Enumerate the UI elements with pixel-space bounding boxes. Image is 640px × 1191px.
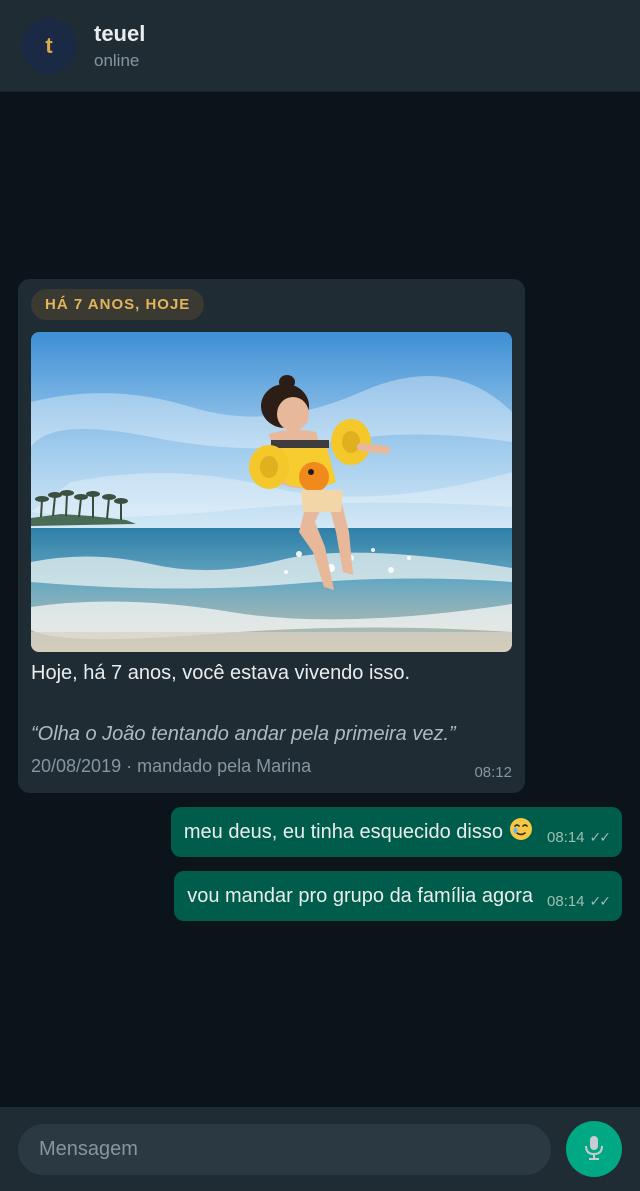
message-text: meu deus, eu tinha esquecido disso <box>184 817 533 847</box>
memory-quote: “Olha o João tentando andar pela primeir… <box>31 723 456 745</box>
message-list[interactable]: HÁ 7 ANOS, HOJE Hoje, há 7 anos, você es… <box>0 92 640 1107</box>
message-text-content: meu deus, eu tinha esquecido disso <box>183 821 503 843</box>
message-meta: 08:14 ✓✓ <box>546 892 612 910</box>
message-text: vou mandar pro grupo da família agora <box>187 884 533 907</box>
message-time: 08:14 <box>546 828 585 846</box>
contact-name[interactable]: teuel <box>94 21 145 47</box>
chat-app: t teuel online HÁ 7 ANOS, HOJE Hoje, há … <box>0 0 640 1191</box>
outgoing-message-bubble[interactable]: meu deus, eu tinha esquecido disso 08:14… <box>170 807 622 857</box>
memory-photo[interactable] <box>31 332 512 652</box>
composer-bar <box>0 1107 640 1191</box>
microphone-icon <box>582 1134 606 1165</box>
memory-message-bubble[interactable]: HÁ 7 ANOS, HOJE Hoje, há 7 anos, você es… <box>18 279 525 793</box>
microphone-button[interactable] <box>566 1121 622 1177</box>
contact-status: online <box>94 51 140 70</box>
message-input[interactable] <box>18 1124 551 1175</box>
chat-header: t teuel online <box>0 0 640 92</box>
read-receipt-icon: ✓✓ <box>589 828 612 845</box>
avatar[interactable]: t <box>21 18 77 74</box>
memory-meta: 20/08/2019 · mandado pela Marina <box>31 756 312 776</box>
face-holding-back-tears-icon <box>509 817 533 847</box>
outgoing-message-bubble[interactable]: vou mandar pro grupo da família agora 08… <box>174 871 622 921</box>
message-meta: 08:14 ✓✓ <box>546 828 612 846</box>
message-time: 08:14 <box>546 892 585 910</box>
beach-photo-image <box>31 332 512 652</box>
read-receipt-icon: ✓✓ <box>589 892 612 909</box>
memory-badge: HÁ 7 ANOS, HOJE <box>31 289 205 320</box>
message-time: 08:12 <box>474 764 512 781</box>
memory-caption: Hoje, há 7 anos, você estava vivendo iss… <box>31 662 411 684</box>
